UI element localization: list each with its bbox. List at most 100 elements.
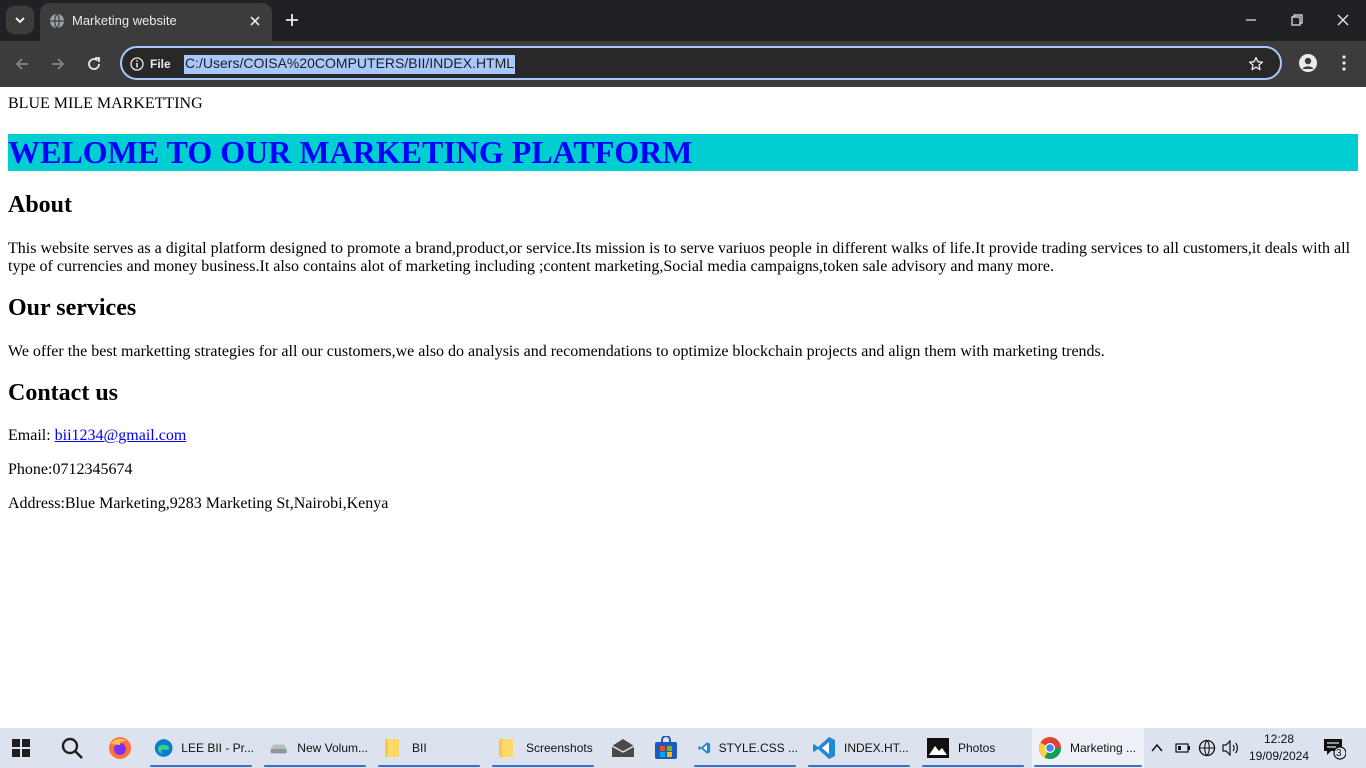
notification-center-button[interactable]: 3 <box>1322 728 1346 768</box>
arrow-right-icon <box>52 58 65 70</box>
new-tab-button[interactable] <box>280 8 304 32</box>
page-viewport: BLUE MILE MARKETTING WELOME TO OUR MARKE… <box>0 87 1366 728</box>
address-bar[interactable]: File C:/Users/COISA%20COMPUTERS/BII/INDE… <box>120 46 1282 80</box>
running-indicator <box>264 765 366 767</box>
tab-close-button[interactable] <box>246 12 264 30</box>
restore-icon <box>1291 14 1303 26</box>
taskbar-app-folder-bii[interactable]: BII <box>376 728 482 768</box>
plus-icon <box>286 14 298 26</box>
clock-time: 12:28 <box>1263 732 1295 746</box>
globe-icon <box>50 13 64 29</box>
tab-search-button[interactable] <box>6 6 34 34</box>
taskbar-app-label: Screenshots <box>526 741 593 755</box>
hero-heading: WELOME TO OUR MARKETING PLATFORM <box>8 134 693 170</box>
folder-icon <box>499 739 513 757</box>
store-icon <box>655 736 677 759</box>
taskbar-app-firefox[interactable] <box>102 728 140 768</box>
volume-control[interactable] <box>1222 728 1240 768</box>
profile-icon <box>1299 54 1317 72</box>
taskbar-app-label: Marketing ... <box>1070 741 1137 755</box>
chevron-up-icon <box>1151 743 1163 752</box>
more-vertical-icon <box>1342 55 1346 71</box>
taskbar-app-label: BII <box>412 741 427 755</box>
minimize-button[interactable] <box>1228 0 1274 40</box>
close-icon <box>1337 14 1349 26</box>
forward-button[interactable] <box>44 50 72 78</box>
about-heading: About <box>8 192 73 218</box>
show-hidden-icons-button[interactable] <box>1150 728 1164 768</box>
browser-tab-active[interactable]: Marketing website <box>40 3 272 41</box>
site-info-button[interactable]: File <box>130 55 171 73</box>
photos-icon <box>927 738 949 758</box>
profile-button[interactable] <box>1296 51 1320 75</box>
info-icon <box>130 57 144 71</box>
running-indicator <box>1034 765 1142 767</box>
running-indicator <box>694 765 796 767</box>
globe-icon <box>1198 739 1216 757</box>
reload-button[interactable] <box>80 50 108 78</box>
taskbar-app-drive[interactable]: New Volum... <box>262 728 368 768</box>
hero-banner: WELOME TO OUR MARKETING PLATFORM <box>8 134 1358 171</box>
address-line: Address:Blue Marketing,9283 Marketing St… <box>8 495 389 512</box>
star-icon <box>1248 56 1264 71</box>
start-button[interactable] <box>12 728 30 768</box>
services-text: We offer the best marketting strategies … <box>8 343 1105 360</box>
taskbar-app-label: New Volum... <box>297 741 368 755</box>
battery-status[interactable] <box>1175 728 1191 768</box>
bookmark-button[interactable] <box>1246 54 1266 74</box>
battery-icon <box>1175 743 1190 753</box>
running-indicator <box>150 765 252 767</box>
taskbar-app-label: Photos <box>958 741 996 755</box>
browser-toolbar: File C:/Users/COISA%20COMPUTERS/BII/INDE… <box>0 41 1366 87</box>
firefox-icon <box>109 737 131 759</box>
services-heading: Our services <box>8 295 137 321</box>
taskbar-app-folder-screenshots[interactable]: Screenshots <box>490 728 596 768</box>
email-link[interactable]: bii1234@gmail.com <box>55 427 187 444</box>
about-text: This website serves as a digital platfor… <box>8 240 1351 275</box>
notification-badge: 3 <box>1336 748 1342 759</box>
search-icon <box>61 737 83 759</box>
minimize-icon <box>1246 19 1256 21</box>
browser-tab-strip: Marketing website <box>0 0 1366 41</box>
chrome-icon <box>1039 737 1061 759</box>
running-indicator <box>808 765 910 767</box>
close-window-button[interactable] <box>1320 0 1366 40</box>
notification-icon <box>1324 739 1346 760</box>
edge-icon <box>154 739 173 757</box>
arrow-left-icon <box>15 58 28 70</box>
chevron-down-icon <box>15 17 25 24</box>
site-info-label: File <box>150 57 171 71</box>
reload-icon <box>88 57 100 70</box>
taskbar-app-vscode-style[interactable]: STYLE.CSS ... <box>692 728 798 768</box>
taskbar-app-store[interactable] <box>648 728 686 768</box>
close-icon <box>250 16 260 26</box>
contact-heading: Contact us <box>8 380 119 406</box>
mail-icon <box>611 739 635 757</box>
drive-icon <box>270 744 287 754</box>
vscode-icon <box>813 737 835 759</box>
taskbar: LEE BII - Pr... New Volum... BII Screens… <box>0 728 1366 768</box>
taskbar-clock[interactable]: 12:28 19/09/2024 <box>1248 731 1310 765</box>
back-button[interactable] <box>8 50 36 78</box>
restore-button[interactable] <box>1274 0 1320 40</box>
browser-menu-button[interactable] <box>1334 51 1354 75</box>
email-line: Email: bii1234@gmail.com <box>8 427 1358 445</box>
taskbar-app-chrome[interactable]: Marketing ... <box>1032 728 1144 768</box>
clock-date: 19/09/2024 <box>1248 749 1310 763</box>
email-label: Email: <box>8 427 55 444</box>
network-status[interactable] <box>1198 728 1216 768</box>
volume-icon <box>1222 740 1238 756</box>
taskbar-app-label: STYLE.CSS ... <box>718 741 798 755</box>
vscode-icon <box>698 742 711 754</box>
taskbar-app-mail[interactable] <box>604 728 642 768</box>
taskbar-app-label: LEE BII - Pr... <box>181 741 254 755</box>
phone-line: Phone:0712345674 <box>8 461 133 478</box>
brand-name: BLUE MILE MARKETTING <box>8 95 203 112</box>
url-text[interactable]: C:/Users/COISA%20COMPUTERS/BII/INDEX.HTM… <box>184 55 516 74</box>
taskbar-app-label: INDEX.HT... <box>844 741 909 755</box>
taskbar-search-button[interactable] <box>60 728 84 768</box>
taskbar-app-photos[interactable]: Photos <box>920 728 1026 768</box>
taskbar-app-edge[interactable]: LEE BII - Pr... <box>148 728 254 768</box>
running-indicator <box>378 765 480 767</box>
taskbar-app-vscode-index[interactable]: INDEX.HT... <box>806 728 912 768</box>
